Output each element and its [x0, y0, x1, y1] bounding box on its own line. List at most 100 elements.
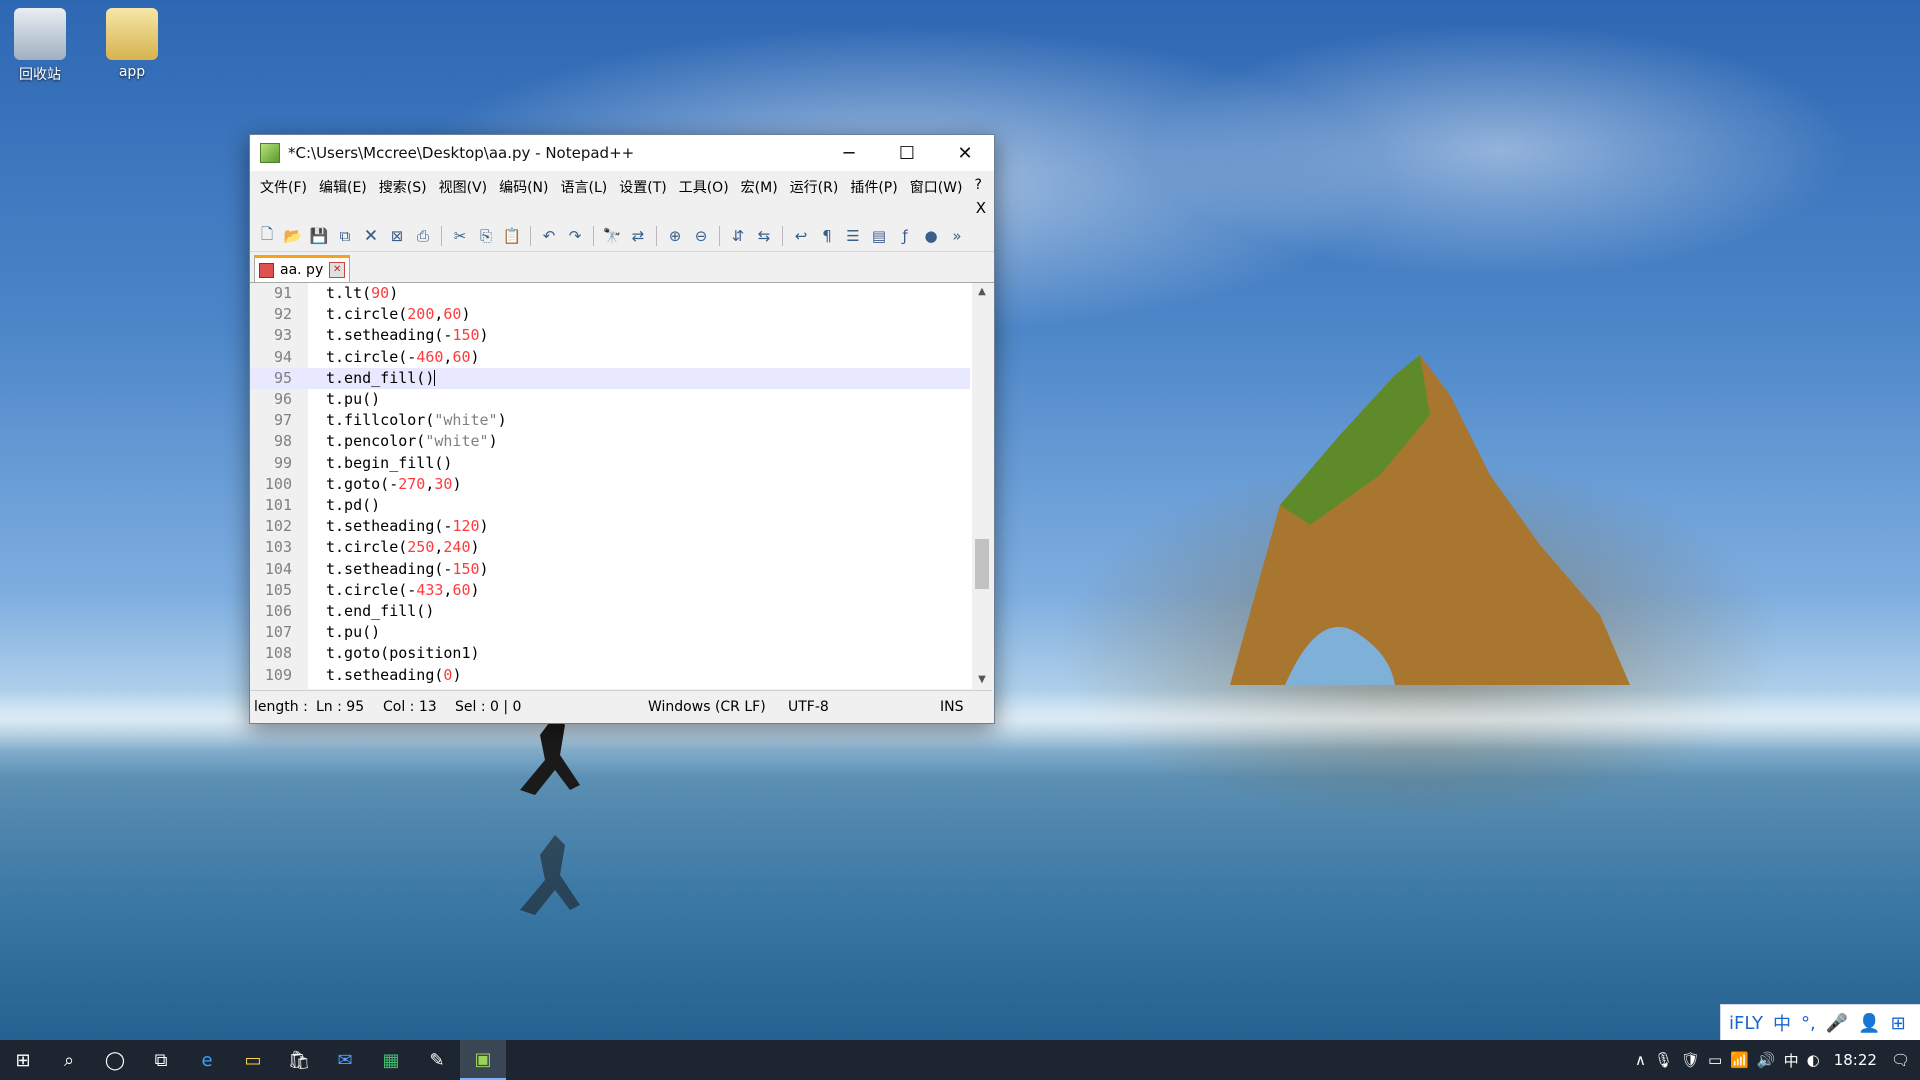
- show-all-chars-icon[interactable]: ¶: [816, 225, 838, 247]
- close-button[interactable]: ✕: [936, 135, 994, 171]
- code-line[interactable]: 99 t.begin_fill(): [250, 453, 970, 474]
- network-icon[interactable]: 📶: [1730, 1051, 1749, 1069]
- print-icon[interactable]: ⎙: [412, 225, 434, 247]
- menu-tools[interactable]: 工具(O): [675, 175, 737, 221]
- ime-language-toggle[interactable]: 中: [1773, 1010, 1791, 1036]
- code-line[interactable]: 101 t.pd(): [250, 495, 970, 516]
- function-list-icon[interactable]: ƒ: [894, 225, 916, 247]
- open-file-icon[interactable]: 📂: [282, 225, 304, 247]
- save-icon[interactable]: 💾: [308, 225, 330, 247]
- menu-plugins[interactable]: 插件(P): [846, 175, 905, 221]
- sync-vertical-icon[interactable]: ⇵: [727, 225, 749, 247]
- scrollbar-thumb[interactable]: [975, 539, 989, 589]
- scroll-down-icon[interactable]: ▼: [972, 671, 992, 689]
- code-token: ): [452, 474, 462, 493]
- ime-voice-icon[interactable]: 🎤: [1826, 1013, 1848, 1034]
- file-explorer-icon[interactable]: ▭: [230, 1040, 276, 1080]
- tray-overflow-icon[interactable]: ∧: [1635, 1051, 1646, 1069]
- code-line[interactable]: 91 t.lt(90): [250, 283, 970, 304]
- code-line[interactable]: 103 t.circle(250,240): [250, 537, 970, 558]
- desktop-icon-app[interactable]: app: [92, 8, 172, 80]
- store-icon[interactable]: 🛍: [276, 1040, 322, 1080]
- ime-punctuation-icon[interactable]: °,: [1801, 1013, 1816, 1034]
- code-line[interactable]: 102 t.setheading(-120): [250, 516, 970, 537]
- excel-icon[interactable]: ▦: [368, 1040, 414, 1080]
- title-bar[interactable]: *C:\Users\Mccree\Desktop\aa.py - Notepad…: [250, 135, 994, 171]
- mail-icon[interactable]: ✉: [322, 1040, 368, 1080]
- cortana-icon[interactable]: ◯: [92, 1040, 138, 1080]
- code-line[interactable]: 100 t.goto(-270,30): [250, 474, 970, 495]
- toolbar-overflow-button[interactable]: »: [946, 225, 968, 247]
- code-token: 60: [452, 347, 471, 366]
- tab-aa-py[interactable]: aa. py ✕: [254, 255, 351, 282]
- macro-record-icon[interactable]: ●: [920, 225, 942, 247]
- clock[interactable]: 18:22: [1828, 1051, 1883, 1069]
- edge-icon[interactable]: e: [184, 1040, 230, 1080]
- code-line[interactable]: 107 t.pu(): [250, 622, 970, 643]
- notes-icon[interactable]: ✎: [414, 1040, 460, 1080]
- tab-close-icon[interactable]: ✕: [329, 262, 346, 278]
- ifly-logo-icon[interactable]: iFLY: [1729, 1013, 1763, 1034]
- ime-tray-icon[interactable]: ◐: [1807, 1051, 1820, 1069]
- maximize-button[interactable]: ☐: [878, 135, 936, 171]
- notepadpp-icon[interactable]: ▣: [460, 1040, 506, 1080]
- code-line[interactable]: 98 t.pencolor("white"): [250, 431, 970, 452]
- desktop-icon-recycle-bin[interactable]: 回收站: [0, 8, 80, 84]
- zoom-in-icon[interactable]: ⊕: [664, 225, 686, 247]
- input-language-indicator[interactable]: 中: [1784, 1050, 1799, 1071]
- code-line[interactable]: 105 t.circle(-433,60): [250, 580, 970, 601]
- copy-icon[interactable]: ⎘: [475, 225, 497, 247]
- menu-encoding[interactable]: 编码(N): [495, 175, 556, 221]
- menu-language[interactable]: 语言(L): [557, 175, 616, 221]
- code-line[interactable]: 106 t.end_fill(): [250, 601, 970, 622]
- word-wrap-icon[interactable]: ↩: [790, 225, 812, 247]
- code-line[interactable]: 109 t.setheading(0): [250, 665, 970, 686]
- paste-icon[interactable]: 📋: [501, 225, 523, 247]
- menu-view[interactable]: 视图(V): [435, 175, 496, 221]
- line-number: 100: [264, 474, 292, 493]
- code-line[interactable]: 95 t.end_fill(): [250, 367, 970, 389]
- start-icon[interactable]: ⊞: [0, 1040, 46, 1080]
- doc-map-icon[interactable]: ▤: [868, 225, 890, 247]
- menu-edit[interactable]: 编辑(E): [315, 175, 375, 221]
- menu-window[interactable]: 窗口(W): [906, 175, 971, 221]
- microphone-icon[interactable]: 🎙: [1654, 1051, 1673, 1069]
- new-file-icon[interactable]: 🗋: [256, 225, 278, 247]
- menu-macro[interactable]: 宏(M): [737, 175, 786, 221]
- cut-icon[interactable]: ✂: [449, 225, 471, 247]
- redo-icon[interactable]: ↷: [564, 225, 586, 247]
- close-icon[interactable]: 🗙: [360, 225, 382, 247]
- close-all-icon[interactable]: ⊠: [386, 225, 408, 247]
- search-icon[interactable]: ⌕: [46, 1040, 92, 1080]
- menu-settings[interactable]: 设置(T): [615, 175, 674, 221]
- volume-icon[interactable]: 🔊: [1757, 1051, 1776, 1069]
- menu-search[interactable]: 搜索(S): [375, 175, 435, 221]
- task-view-icon[interactable]: ⧉: [138, 1040, 184, 1080]
- menu-run[interactable]: 运行(R): [786, 175, 847, 221]
- undo-icon[interactable]: ↶: [538, 225, 560, 247]
- ime-menu-icon[interactable]: ⊞: [1891, 1013, 1906, 1034]
- code-line[interactable]: 108 t.goto(position1): [250, 643, 970, 664]
- scroll-up-icon[interactable]: ▲: [972, 283, 992, 301]
- code-line[interactable]: 96 t.pu(): [250, 389, 970, 410]
- save-all-icon[interactable]: ⧉: [334, 225, 356, 247]
- indent-guide-icon[interactable]: ☰: [842, 225, 864, 247]
- replace-icon[interactable]: ⇄: [627, 225, 649, 247]
- zoom-out-icon[interactable]: ⊖: [690, 225, 712, 247]
- code-line[interactable]: 93 t.setheading(-150): [250, 325, 970, 346]
- code-line[interactable]: 92 t.circle(200,60): [250, 304, 970, 325]
- minimize-button[interactable]: ─: [820, 135, 878, 171]
- battery-icon[interactable]: ▭: [1708, 1051, 1722, 1069]
- code-line[interactable]: 94 t.circle(-460,60): [250, 347, 970, 368]
- security-icon[interactable]: 🛡: [1681, 1051, 1700, 1069]
- code-editor[interactable]: 91 t.lt(90) 92 t.circle(200,60) 93 t.setheadi…: [250, 283, 992, 689]
- action-center-icon[interactable]: 🗨: [1891, 1051, 1910, 1069]
- close-document-button[interactable]: X: [976, 199, 986, 217]
- ime-user-icon[interactable]: 👤: [1858, 1013, 1880, 1034]
- find-icon[interactable]: 🔭: [601, 225, 623, 247]
- code-line[interactable]: 97 t.fillcolor("white"): [250, 410, 970, 431]
- vertical-scrollbar[interactable]: ▲ ▼: [972, 283, 992, 689]
- menu-file[interactable]: 文件(F): [256, 175, 315, 221]
- code-line[interactable]: 104 t.setheading(-150): [250, 559, 970, 580]
- sync-horizontal-icon[interactable]: ⇆: [753, 225, 775, 247]
